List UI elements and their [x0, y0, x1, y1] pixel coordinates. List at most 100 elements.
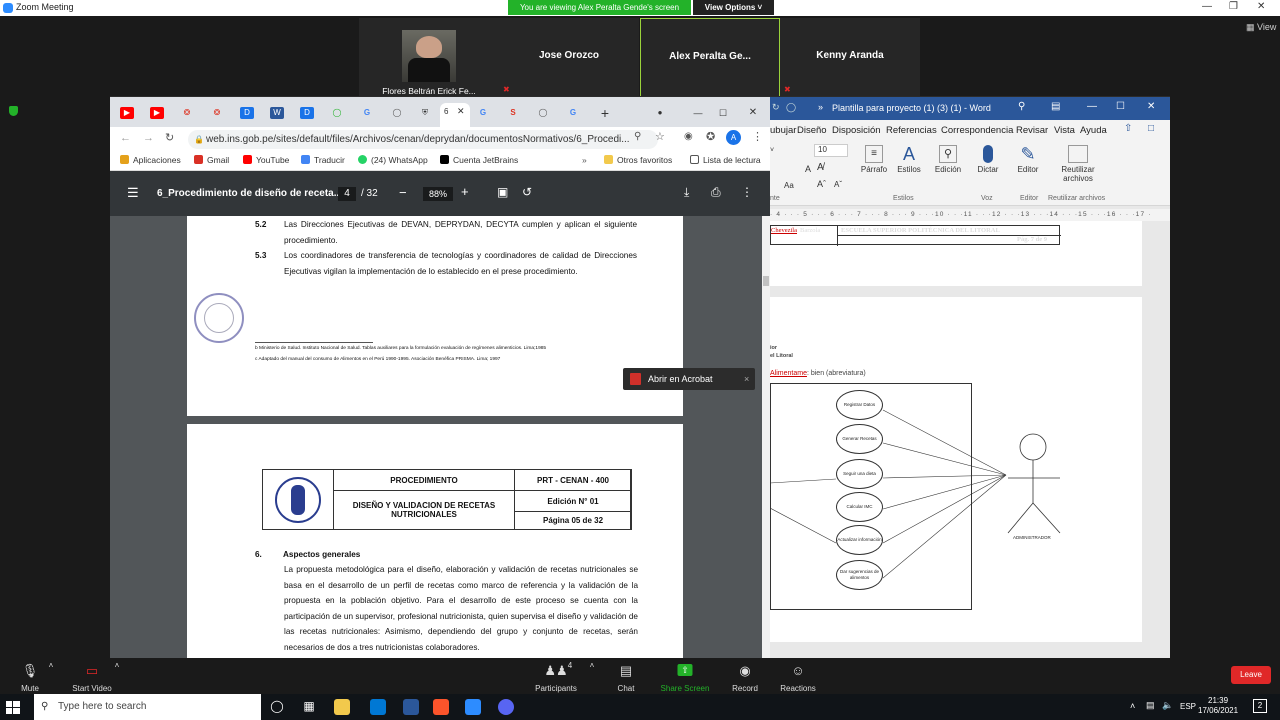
- taskbar-clock[interactable]: 21:39 17/06/2021: [1198, 696, 1238, 716]
- taskbar-search[interactable]: ⚲ Type here to search: [34, 694, 261, 720]
- chat-icon[interactable]: ▤: [620, 663, 632, 679]
- share-icon[interactable]: ⇧: [1124, 123, 1132, 134]
- tab-icon[interactable]: ◯: [536, 107, 550, 119]
- tab-close-icon[interactable]: ✕: [457, 106, 465, 117]
- address-bar[interactable]: 🔒 web.ins.gob.pe/sites/default/files/Arc…: [188, 130, 658, 149]
- more-bookmarks-icon[interactable]: »: [582, 155, 587, 165]
- participant-tile[interactable]: Kenny Aranda ✖: [780, 18, 920, 98]
- participants-chevron-icon[interactable]: ˄: [590, 661, 595, 670]
- bookmark-other[interactable]: Otros favoritos: [604, 155, 672, 165]
- tab-google-icon[interactable]: G: [360, 107, 374, 119]
- menu-tab-layout[interactable]: Disposición: [832, 125, 881, 136]
- tab-icon[interactable]: ◯: [330, 107, 344, 119]
- editor-button[interactable]: ✎ Editor: [1013, 143, 1043, 191]
- clear-format-icon[interactable]: A̸: [817, 162, 824, 173]
- zoom-taskbar-icon[interactable]: [465, 699, 481, 715]
- menu-tab-help[interactable]: Ayuda: [1080, 125, 1107, 136]
- close-icon[interactable]: ✕: [1257, 1, 1265, 12]
- mail-icon[interactable]: [370, 699, 386, 715]
- close-icon[interactable]: ✕: [746, 107, 760, 119]
- chat-label[interactable]: Chat: [618, 684, 635, 693]
- menu-tab-references[interactable]: Referencias: [886, 125, 937, 136]
- bookmark-apps[interactable]: Aplicaciones: [120, 155, 181, 165]
- font-case-icon[interactable]: Aa: [784, 181, 794, 190]
- maximize-icon[interactable]: ☐: [1116, 101, 1125, 112]
- close-icon[interactable]: ×: [744, 368, 749, 390]
- reuse-files-button[interactable]: Reutilizar archivos: [1055, 143, 1101, 191]
- start-video-label[interactable]: Start Video: [72, 684, 111, 693]
- profile-avatar[interactable]: A: [726, 130, 741, 145]
- view-options-button[interactable]: View Options ˅: [693, 0, 774, 15]
- tab-word-icon[interactable]: W: [270, 107, 284, 119]
- font-color-icon[interactable]: A: [805, 164, 811, 174]
- security-shield-icon[interactable]: [9, 106, 18, 116]
- fit-page-icon[interactable]: ▣: [497, 185, 508, 199]
- network-icon[interactable]: ▤: [1146, 700, 1155, 711]
- reactions-label[interactable]: Reactions: [780, 684, 816, 693]
- font-size-select[interactable]: 10: [814, 144, 848, 157]
- hamburger-menu-icon[interactable]: ☰: [127, 185, 139, 201]
- font-dropdown-icon[interactable]: ˅: [770, 147, 774, 154]
- forward-icon[interactable]: →: [143, 132, 154, 144]
- quick-access-icon[interactable]: »: [818, 102, 823, 112]
- puzzle-icon[interactable]: ✪: [706, 130, 715, 143]
- tab-icon[interactable]: ❂: [180, 107, 194, 119]
- ribbon-display-icon[interactable]: ▤: [1051, 101, 1060, 112]
- audio-options-chevron-icon[interactable]: ˄: [49, 661, 54, 670]
- video-options-chevron-icon[interactable]: ˄: [115, 661, 120, 670]
- file-explorer-icon[interactable]: [334, 699, 350, 715]
- system-tray-chevron-icon[interactable]: ˄: [1130, 701, 1135, 711]
- tab-icon[interactable]: D: [300, 107, 314, 119]
- cortana-icon[interactable]: ◯: [269, 699, 285, 715]
- participants-label[interactable]: Participants: [535, 684, 577, 693]
- shrink-font-icon[interactable]: Aˇ: [834, 180, 842, 189]
- tab-shield-icon[interactable]: ⛨: [418, 107, 432, 119]
- pdf-zoom-input[interactable]: 88%: [423, 187, 453, 201]
- tab-google-icon[interactable]: G: [566, 107, 580, 119]
- search-icon[interactable]: ⚲: [1018, 101, 1025, 112]
- language-indicator[interactable]: ESP: [1180, 702, 1196, 711]
- more-actions-icon[interactable]: ⋮: [741, 185, 753, 199]
- notifications-icon[interactable]: 2: [1253, 699, 1267, 713]
- search-icon[interactable]: ⚲: [634, 131, 641, 142]
- tab-icon[interactable]: D: [240, 107, 254, 119]
- microphone-icon[interactable]: 🎙: [22, 663, 39, 679]
- tab-google-icon[interactable]: G: [476, 107, 490, 119]
- leave-button[interactable]: Leave: [1231, 666, 1271, 684]
- redo-icon[interactable]: ◯: [786, 102, 796, 113]
- bookmark-youtube[interactable]: YouTube: [243, 155, 289, 165]
- bookmark-whatsapp[interactable]: (24) WhatsApp: [358, 155, 428, 165]
- active-tab[interactable]: 6 ✕: [440, 103, 470, 127]
- styles-button[interactable]: A Estilos: [895, 143, 923, 191]
- rotate-icon[interactable]: ↺: [522, 185, 532, 199]
- tab-youtube-icon[interactable]: ▶: [150, 107, 164, 119]
- pdf-page-input[interactable]: 4: [338, 187, 356, 201]
- tab-icon[interactable]: S: [506, 107, 520, 119]
- view-button[interactable]: ▦ View: [1246, 22, 1276, 33]
- tab-youtube-icon[interactable]: ▶: [120, 107, 134, 119]
- maximize-icon[interactable]: ❐: [1229, 1, 1238, 12]
- minimize-icon[interactable]: —: [1202, 1, 1212, 12]
- mute-label[interactable]: Mute: [21, 684, 39, 693]
- participant-tile[interactable]: Jose Orozco ✖: [499, 18, 639, 98]
- tab-icon[interactable]: ❂: [210, 107, 224, 119]
- dictate-button[interactable]: Dictar: [973, 143, 1003, 191]
- new-tab-button[interactable]: +: [598, 106, 612, 120]
- minimize-icon[interactable]: —: [1087, 101, 1097, 112]
- close-icon[interactable]: ✕: [1147, 101, 1155, 112]
- share-screen-icon[interactable]: ⇧: [677, 664, 693, 676]
- reactions-icon[interactable]: ☺: [791, 663, 804, 678]
- maximize-icon[interactable]: ☐: [716, 107, 730, 119]
- open-in-acrobat-button[interactable]: Abrir en Acrobat ×: [623, 368, 755, 390]
- extension-icon[interactable]: ◉: [684, 131, 693, 142]
- task-view-icon[interactable]: ▦: [301, 699, 317, 715]
- undo-icon[interactable]: ↻: [772, 102, 780, 113]
- comments-icon[interactable]: □: [1148, 123, 1154, 134]
- participants-icon[interactable]: ♟♟: [544, 663, 567, 679]
- tab-icon[interactable]: ◯: [390, 107, 404, 119]
- minimize-icon[interactable]: —: [691, 107, 705, 119]
- bookmark-translate[interactable]: Traducir: [301, 155, 345, 165]
- windows-start-icon[interactable]: [6, 701, 20, 714]
- back-icon[interactable]: ←: [120, 132, 131, 144]
- zoom-in-icon[interactable]: +: [461, 184, 469, 199]
